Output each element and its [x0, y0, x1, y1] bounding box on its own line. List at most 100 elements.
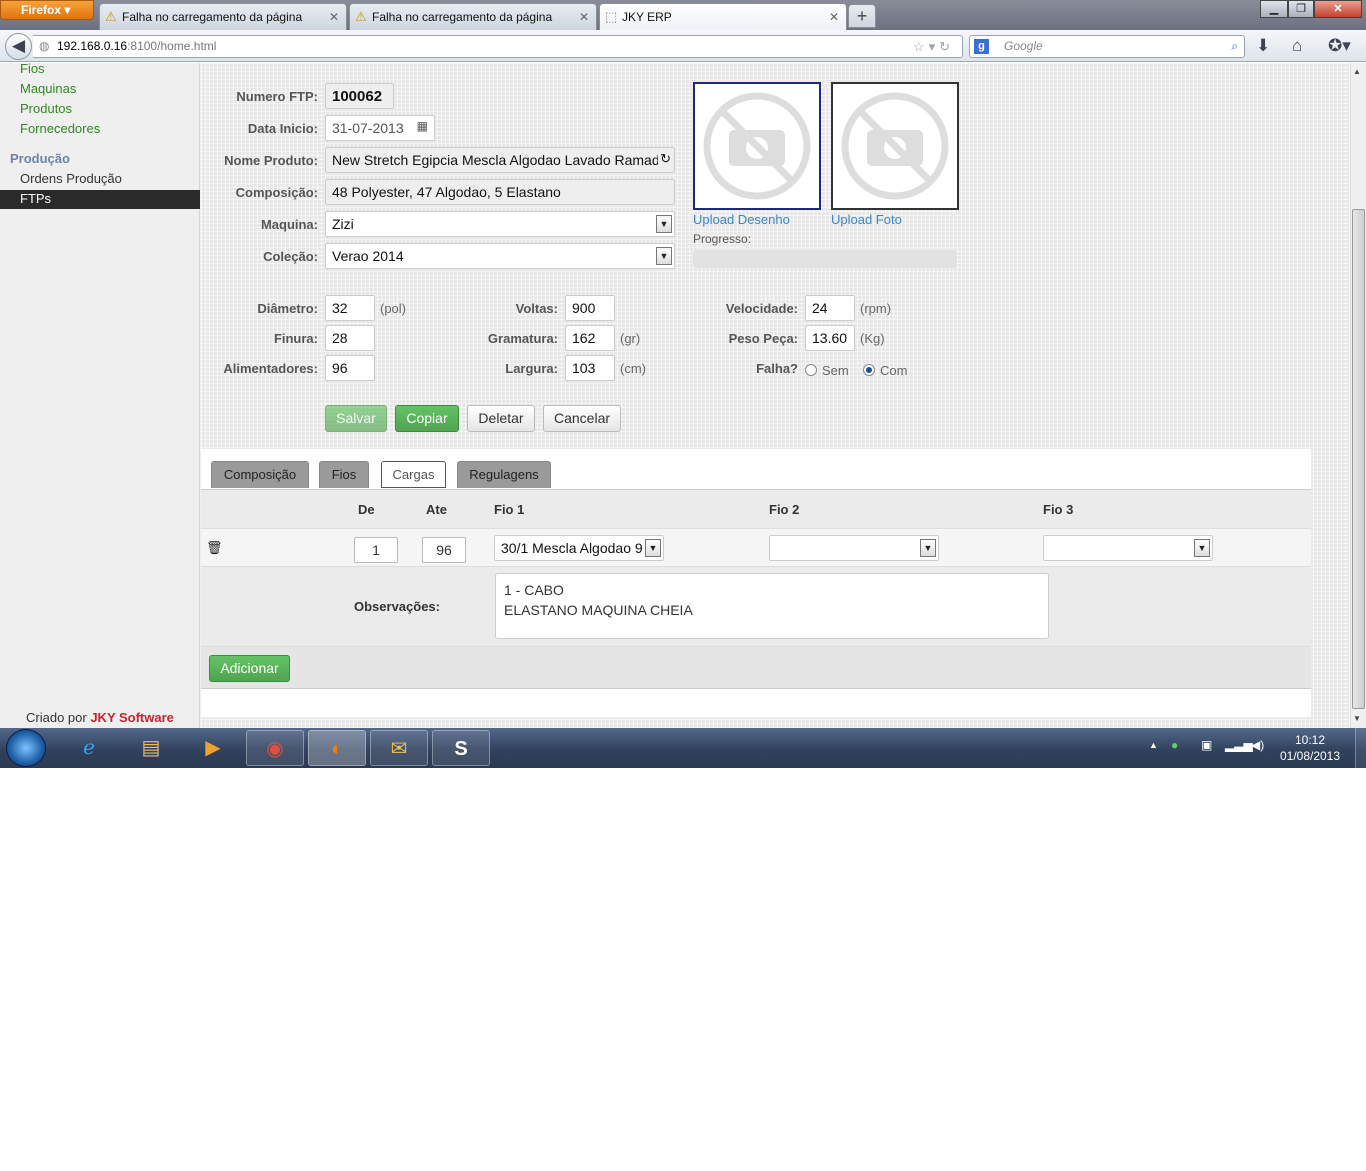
- skype-icon[interactable]: S: [432, 730, 490, 766]
- close-tab-icon[interactable]: ✕: [579, 10, 589, 24]
- chevron-down-icon[interactable]: ▼: [1194, 539, 1210, 557]
- scroll-down-icon[interactable]: ▼: [1353, 714, 1361, 723]
- url-bar[interactable]: ◍ 192.168.0.16:8100/home.html ☆▾↻: [33, 35, 963, 58]
- alimentadores-input[interactable]: 96: [325, 355, 375, 381]
- fio2-select[interactable]: ▼: [769, 535, 939, 561]
- browser-tab-1[interactable]: ⚠ Falha no carregamento da página ✕: [99, 3, 347, 30]
- home-icon[interactable]: ⌂: [1292, 36, 1302, 56]
- finura-input[interactable]: 28: [325, 325, 375, 351]
- show-desktop-button[interactable]: [1355, 728, 1366, 768]
- new-tab-button[interactable]: +: [848, 4, 876, 28]
- peso-peca-label: Peso Peça:: [728, 331, 798, 346]
- copiar-button[interactable]: Copiar: [395, 405, 459, 432]
- sidebar-item-fios[interactable]: Fios: [20, 61, 45, 76]
- cancelar-button[interactable]: Cancelar: [543, 405, 621, 432]
- sidebar-item-fornecedores[interactable]: Fornecedores: [20, 121, 100, 136]
- falha-com-radio[interactable]: [863, 364, 875, 376]
- observacoes-textarea[interactable]: 1 - CABO ELASTANO MAQUINA CHEIA: [495, 573, 1049, 639]
- tab-regulagens[interactable]: Regulagens: [457, 461, 551, 488]
- data-inicio-field[interactable]: 31-07-2013 ▦: [325, 115, 435, 141]
- search-bar[interactable]: g Google ⌕: [969, 35, 1245, 58]
- browser-tab-3[interactable]: ⬚ JKY ERP ✕: [599, 3, 847, 30]
- firefox-menu-button[interactable]: Firefox ▾: [0, 0, 94, 20]
- close-window-button[interactable]: ✕: [1314, 0, 1362, 18]
- firefox-icon[interactable]: ◐: [308, 730, 366, 766]
- chevron-down-icon[interactable]: ▼: [656, 247, 672, 265]
- diametro-input[interactable]: 32: [325, 295, 375, 321]
- gramatura-label: Gramatura:: [487, 331, 558, 346]
- foto-image[interactable]: [831, 82, 959, 210]
- gramatura-input[interactable]: 162: [565, 325, 615, 351]
- scroll-up-icon[interactable]: ▲: [1353, 67, 1361, 76]
- credit-brand[interactable]: JKY Software: [90, 710, 174, 725]
- falha-label: Falha?: [756, 361, 798, 376]
- peso-peca-input[interactable]: 13.60: [805, 325, 855, 351]
- calendar-icon[interactable]: ▦: [417, 119, 428, 133]
- tab-cargas[interactable]: Cargas: [381, 461, 446, 488]
- page-scrollbar[interactable]: ▲ ▼: [1350, 63, 1366, 728]
- maquina-select[interactable]: Zizi ▼: [325, 211, 675, 237]
- nome-produto-field[interactable]: New Stretch Egipcia Mescla Algodao Lavad…: [325, 147, 675, 173]
- progresso-label: Progresso:: [693, 232, 752, 246]
- data-inicio-value: 31-07-2013: [332, 120, 404, 136]
- salvar-button[interactable]: Salvar: [325, 405, 387, 432]
- scrollbar-thumb[interactable]: [1352, 209, 1365, 709]
- finura-label: Finura:: [273, 331, 318, 346]
- tray-app-icon[interactable]: ●: [1171, 738, 1178, 752]
- chevron-down-icon[interactable]: ▼: [920, 539, 936, 557]
- close-tab-icon[interactable]: ✕: [829, 10, 839, 24]
- volume-icon[interactable]: ◀): [1251, 738, 1264, 752]
- url-bar-icons[interactable]: ☆▾↻: [913, 36, 954, 57]
- google-icon: g: [974, 39, 989, 54]
- velocidade-input[interactable]: 24: [805, 295, 855, 321]
- sidebar-item-maquinas[interactable]: Maquinas: [20, 81, 76, 96]
- sidebar: Fios Maquinas Produtos Fornecedores Prod…: [0, 61, 200, 728]
- network-device-icon[interactable]: ▣: [1201, 738, 1212, 752]
- clock[interactable]: 10:12 01/08/2013: [1276, 732, 1344, 764]
- colecao-select[interactable]: Verao 2014 ▼: [325, 243, 675, 269]
- chrome-icon[interactable]: ◉: [246, 730, 304, 766]
- signal-icon[interactable]: ▂▃▅: [1225, 738, 1253, 752]
- trash-icon[interactable]: 🗑: [206, 540, 223, 556]
- composicao-field: 48 Polyester, 47 Algodao, 5 Elastano: [325, 179, 675, 205]
- internet-explorer-icon[interactable]: ℯ: [60, 730, 118, 766]
- largura-input[interactable]: 103: [565, 355, 615, 381]
- upload-desenho-link[interactable]: Upload Desenho: [693, 212, 790, 227]
- chevron-down-icon[interactable]: ▼: [656, 215, 672, 233]
- tab-composicao[interactable]: Composição: [211, 461, 309, 488]
- search-icon[interactable]: ⌕: [1231, 36, 1238, 57]
- sidebar-item-ftps[interactable]: FTPs: [0, 190, 200, 209]
- fio3-select[interactable]: ▼: [1043, 535, 1213, 561]
- adicionar-button[interactable]: Adicionar: [209, 655, 290, 682]
- outlook-icon[interactable]: ✉: [370, 730, 428, 766]
- file-explorer-icon[interactable]: ▤: [122, 730, 180, 766]
- bookmarks-icon[interactable]: ✪▾: [1328, 36, 1351, 56]
- start-button[interactable]: [6, 729, 46, 767]
- page-icon: ⬚: [605, 9, 618, 24]
- voltas-input[interactable]: 900: [565, 295, 615, 321]
- media-player-icon[interactable]: ▶: [184, 730, 242, 766]
- desenho-image[interactable]: [693, 82, 821, 210]
- deletar-button[interactable]: Deletar: [467, 405, 535, 432]
- refresh-icon[interactable]: ↻: [658, 151, 671, 167]
- falha-sem-radio[interactable]: [805, 364, 817, 376]
- download-icon[interactable]: ⬇: [1256, 36, 1270, 56]
- minimize-button[interactable]: ▁: [1260, 0, 1288, 18]
- chevron-down-icon[interactable]: ▼: [645, 539, 661, 557]
- de-input[interactable]: 1: [354, 537, 398, 563]
- tab-fios[interactable]: Fios: [319, 461, 369, 488]
- clock-date: 01/08/2013: [1279, 749, 1341, 763]
- upload-foto-link[interactable]: Upload Foto: [831, 212, 902, 227]
- browser-tab-2[interactable]: ⚠ Falha no carregamento da página ✕: [349, 3, 597, 30]
- fio1-select[interactable]: 30/1 Mescla Algodao 9 ▼: [494, 535, 664, 561]
- observacoes-row: Observações: 1 - CABO ELASTANO MAQUINA C…: [201, 567, 1311, 647]
- ate-input[interactable]: 96: [422, 537, 466, 563]
- close-tab-icon[interactable]: ✕: [329, 10, 339, 24]
- screen: Firefox ▾ ⚠ Falha no carregamento da pág…: [0, 0, 1366, 768]
- back-button[interactable]: ◀: [5, 33, 32, 60]
- maximize-button[interactable]: ❐: [1288, 0, 1314, 18]
- tray-expand-icon[interactable]: ▲: [1149, 740, 1158, 750]
- sidebar-item-produtos[interactable]: Produtos: [20, 101, 72, 116]
- globe-icon: ◍: [39, 39, 50, 53]
- sidebar-item-ordens-producao[interactable]: Ordens Produção: [0, 170, 200, 190]
